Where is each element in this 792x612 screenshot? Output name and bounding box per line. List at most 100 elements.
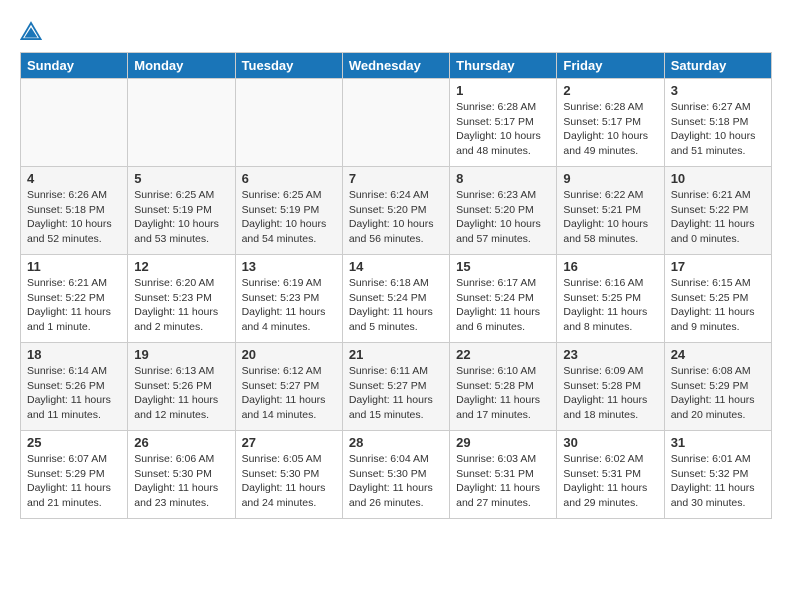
day-of-week-saturday: Saturday xyxy=(664,53,771,79)
calendar-day: 14 Sunrise: 6:18 AM Sunset: 5:24 PM Dayli… xyxy=(342,255,449,343)
calendar-day: 20 Sunrise: 6:12 AM Sunset: 5:27 PM Dayli… xyxy=(235,343,342,431)
calendar-day: 28 Sunrise: 6:04 AM Sunset: 5:30 PM Dayli… xyxy=(342,431,449,519)
day-number: 22 xyxy=(456,347,550,362)
calendar-day: 31Sunrise: 6:01 AM Sunset: 5:32 PM Dayli… xyxy=(664,431,771,519)
calendar-day xyxy=(342,79,449,167)
day-info: Sunrise: 6:13 AM Sunset: 5:26 PM Dayligh… xyxy=(134,364,228,423)
calendar-day: 26 Sunrise: 6:06 AM Sunset: 5:30 PM Dayli… xyxy=(128,431,235,519)
day-number: 24 xyxy=(671,347,765,362)
calendar-day: 9 Sunrise: 6:22 AM Sunset: 5:21 PM Daylig… xyxy=(557,167,664,255)
calendar-day xyxy=(235,79,342,167)
day-info: Sunrise: 6:16 AM Sunset: 5:25 PM Dayligh… xyxy=(563,276,657,335)
day-info: Sunrise: 6:27 AM Sunset: 5:18 PM Dayligh… xyxy=(671,100,765,159)
calendar-day: 22 Sunrise: 6:10 AM Sunset: 5:28 PM Dayli… xyxy=(450,343,557,431)
day-number: 19 xyxy=(134,347,228,362)
day-info: Sunrise: 6:25 AM Sunset: 5:19 PM Dayligh… xyxy=(242,188,336,247)
day-info: Sunrise: 6:10 AM Sunset: 5:28 PM Dayligh… xyxy=(456,364,550,423)
day-info: Sunrise: 6:19 AM Sunset: 5:23 PM Dayligh… xyxy=(242,276,336,335)
day-number: 15 xyxy=(456,259,550,274)
calendar-day: 11Sunrise: 6:21 AM Sunset: 5:22 PM Dayli… xyxy=(21,255,128,343)
day-number: 20 xyxy=(242,347,336,362)
day-info: Sunrise: 6:21 AM Sunset: 5:22 PM Dayligh… xyxy=(671,188,765,247)
day-info: Sunrise: 6:26 AM Sunset: 5:18 PM Dayligh… xyxy=(27,188,121,247)
calendar-day: 15 Sunrise: 6:17 AM Sunset: 5:24 PM Dayli… xyxy=(450,255,557,343)
page-header xyxy=(20,20,772,42)
day-number: 16 xyxy=(563,259,657,274)
calendar-day: 17Sunrise: 6:15 AM Sunset: 5:25 PM Dayli… xyxy=(664,255,771,343)
day-number: 1 xyxy=(456,83,550,98)
logo xyxy=(20,20,46,42)
day-number: 8 xyxy=(456,171,550,186)
day-number: 23 xyxy=(563,347,657,362)
calendar-week-5: 25Sunrise: 6:07 AM Sunset: 5:29 PM Dayli… xyxy=(21,431,772,519)
day-of-week-tuesday: Tuesday xyxy=(235,53,342,79)
day-of-week-sunday: Sunday xyxy=(21,53,128,79)
calendar-day: 21Sunrise: 6:11 AM Sunset: 5:27 PM Dayli… xyxy=(342,343,449,431)
calendar-day: 25Sunrise: 6:07 AM Sunset: 5:29 PM Dayli… xyxy=(21,431,128,519)
day-info: Sunrise: 6:28 AM Sunset: 5:17 PM Dayligh… xyxy=(563,100,657,159)
calendar-day: 6Sunrise: 6:25 AM Sunset: 5:19 PM Daylig… xyxy=(235,167,342,255)
calendar-header: SundayMondayTuesdayWednesdayThursdayFrid… xyxy=(21,53,772,79)
calendar-day: 30Sunrise: 6:02 AM Sunset: 5:31 PM Dayli… xyxy=(557,431,664,519)
day-number: 3 xyxy=(671,83,765,98)
day-info: Sunrise: 6:22 AM Sunset: 5:21 PM Dayligh… xyxy=(563,188,657,247)
day-number: 27 xyxy=(242,435,336,450)
calendar-week-4: 18Sunrise: 6:14 AM Sunset: 5:26 PM Dayli… xyxy=(21,343,772,431)
day-info: Sunrise: 6:03 AM Sunset: 5:31 PM Dayligh… xyxy=(456,452,550,511)
calendar-day: 13 Sunrise: 6:19 AM Sunset: 5:23 PM Dayli… xyxy=(235,255,342,343)
calendar-day: 10 Sunrise: 6:21 AM Sunset: 5:22 PM Dayli… xyxy=(664,167,771,255)
calendar-day: 16 Sunrise: 6:16 AM Sunset: 5:25 PM Dayli… xyxy=(557,255,664,343)
calendar-week-3: 11Sunrise: 6:21 AM Sunset: 5:22 PM Dayli… xyxy=(21,255,772,343)
day-info: Sunrise: 6:06 AM Sunset: 5:30 PM Dayligh… xyxy=(134,452,228,511)
day-info: Sunrise: 6:02 AM Sunset: 5:31 PM Dayligh… xyxy=(563,452,657,511)
calendar-day: 5 Sunrise: 6:25 AM Sunset: 5:19 PM Daylig… xyxy=(128,167,235,255)
day-of-week-friday: Friday xyxy=(557,53,664,79)
day-number: 9 xyxy=(563,171,657,186)
calendar-day: 1 Sunrise: 6:28 AM Sunset: 5:17 PM Daylig… xyxy=(450,79,557,167)
day-info: Sunrise: 6:25 AM Sunset: 5:19 PM Dayligh… xyxy=(134,188,228,247)
calendar-day: 29 Sunrise: 6:03 AM Sunset: 5:31 PM Dayli… xyxy=(450,431,557,519)
calendar-body: 1 Sunrise: 6:28 AM Sunset: 5:17 PM Daylig… xyxy=(21,79,772,519)
day-number: 28 xyxy=(349,435,443,450)
day-info: Sunrise: 6:20 AM Sunset: 5:23 PM Dayligh… xyxy=(134,276,228,335)
calendar-day: 19 Sunrise: 6:13 AM Sunset: 5:26 PM Dayli… xyxy=(128,343,235,431)
day-info: Sunrise: 6:05 AM Sunset: 5:30 PM Dayligh… xyxy=(242,452,336,511)
day-info: Sunrise: 6:09 AM Sunset: 5:28 PM Dayligh… xyxy=(563,364,657,423)
day-number: 17 xyxy=(671,259,765,274)
calendar-day xyxy=(128,79,235,167)
calendar-day xyxy=(21,79,128,167)
day-info: Sunrise: 6:18 AM Sunset: 5:24 PM Dayligh… xyxy=(349,276,443,335)
day-number: 5 xyxy=(134,171,228,186)
logo-icon xyxy=(20,20,42,42)
calendar-day: 8 Sunrise: 6:23 AM Sunset: 5:20 PM Daylig… xyxy=(450,167,557,255)
day-info: Sunrise: 6:17 AM Sunset: 5:24 PM Dayligh… xyxy=(456,276,550,335)
day-info: Sunrise: 6:14 AM Sunset: 5:26 PM Dayligh… xyxy=(27,364,121,423)
day-number: 7 xyxy=(349,171,443,186)
calendar-day: 23 Sunrise: 6:09 AM Sunset: 5:28 PM Dayli… xyxy=(557,343,664,431)
calendar-day: 3 Sunrise: 6:27 AM Sunset: 5:18 PM Daylig… xyxy=(664,79,771,167)
calendar-day: 24Sunrise: 6:08 AM Sunset: 5:29 PM Dayli… xyxy=(664,343,771,431)
day-info: Sunrise: 6:23 AM Sunset: 5:20 PM Dayligh… xyxy=(456,188,550,247)
day-number: 10 xyxy=(671,171,765,186)
day-info: Sunrise: 6:12 AM Sunset: 5:27 PM Dayligh… xyxy=(242,364,336,423)
day-number: 13 xyxy=(242,259,336,274)
day-info: Sunrise: 6:28 AM Sunset: 5:17 PM Dayligh… xyxy=(456,100,550,159)
calendar-day: 12Sunrise: 6:20 AM Sunset: 5:23 PM Dayli… xyxy=(128,255,235,343)
day-number: 26 xyxy=(134,435,228,450)
day-of-week-monday: Monday xyxy=(128,53,235,79)
day-info: Sunrise: 6:07 AM Sunset: 5:29 PM Dayligh… xyxy=(27,452,121,511)
day-number: 2 xyxy=(563,83,657,98)
calendar-day: 7Sunrise: 6:24 AM Sunset: 5:20 PM Daylig… xyxy=(342,167,449,255)
day-info: Sunrise: 6:01 AM Sunset: 5:32 PM Dayligh… xyxy=(671,452,765,511)
calendar-day: 27 Sunrise: 6:05 AM Sunset: 5:30 PM Dayli… xyxy=(235,431,342,519)
calendar-week-2: 4 Sunrise: 6:26 AM Sunset: 5:18 PM Daylig… xyxy=(21,167,772,255)
calendar-week-1: 1 Sunrise: 6:28 AM Sunset: 5:17 PM Daylig… xyxy=(21,79,772,167)
calendar-table: SundayMondayTuesdayWednesdayThursdayFrid… xyxy=(20,52,772,519)
day-info: Sunrise: 6:04 AM Sunset: 5:30 PM Dayligh… xyxy=(349,452,443,511)
day-number: 4 xyxy=(27,171,121,186)
day-number: 21 xyxy=(349,347,443,362)
day-number: 14 xyxy=(349,259,443,274)
day-number: 29 xyxy=(456,435,550,450)
day-of-week-wednesday: Wednesday xyxy=(342,53,449,79)
day-of-week-thursday: Thursday xyxy=(450,53,557,79)
